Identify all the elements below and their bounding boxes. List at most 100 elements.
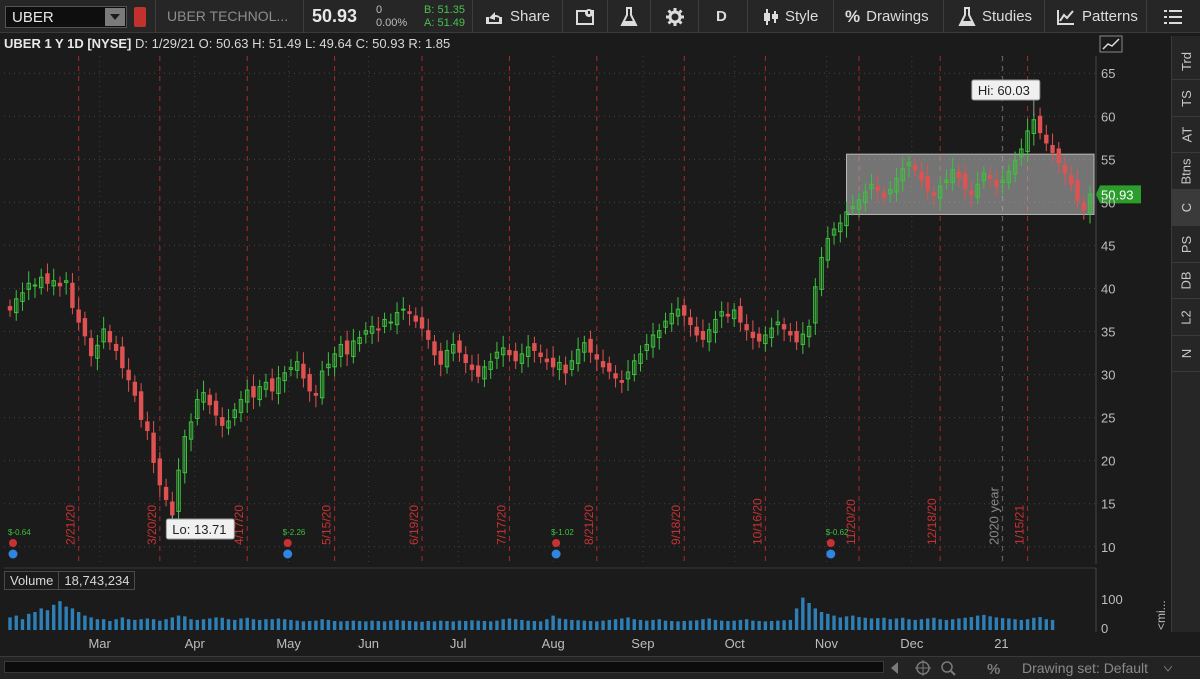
settings-button[interactable] (665, 0, 691, 33)
earnings-icon[interactable] (826, 539, 835, 547)
earnings-icon[interactable] (9, 539, 17, 547)
horizontal-scrollbar[interactable] (4, 661, 884, 673)
sidebar-tab-db[interactable]: DB (1172, 263, 1200, 299)
symbol-input[interactable]: UBER (5, 6, 127, 28)
earnings-label[interactable]: $-1.02 (551, 528, 574, 537)
studies-menu[interactable]: Studies (958, 0, 1032, 33)
volume-bar (794, 608, 799, 630)
volume-bar (351, 620, 356, 630)
beaker-icon (958, 6, 976, 26)
last-price: 50.93 (312, 6, 358, 26)
candle-body (251, 386, 256, 398)
sidebar-tab-at[interactable]: AT (1172, 117, 1200, 153)
sidebar-tab-c[interactable]: C (1172, 190, 1200, 226)
dividend-icon[interactable] (8, 549, 18, 559)
volume-bar (701, 619, 705, 630)
volume-bar (145, 618, 150, 630)
volume-bar (676, 621, 680, 630)
price-tick-label: 35 (1101, 325, 1115, 340)
candle-body (82, 318, 88, 337)
aggregation-button[interactable]: D (716, 0, 727, 33)
scroll-left-icon[interactable] (891, 662, 898, 674)
company-name: UBER TECHNOL... (167, 8, 289, 24)
sidebar-tab-l2[interactable]: L2 (1172, 300, 1200, 336)
volume-bar (620, 618, 624, 630)
volume-bar (682, 621, 686, 630)
link-flag-icon[interactable] (134, 7, 146, 27)
sidebar-tab-trd[interactable]: Trd (1172, 44, 1200, 80)
style-menu[interactable]: Style (763, 0, 818, 33)
price-chart[interactable]: 2/21/20 3/20/20 4/17/20 5/15/20 6/19/20 7/17/… (0, 33, 1170, 656)
volume-label[interactable]: Volume (4, 571, 60, 590)
divider (833, 0, 834, 33)
sidebar-tab-label: PS (1179, 235, 1194, 253)
volume-bar (1044, 619, 1049, 630)
dividend-icon[interactable] (826, 549, 836, 559)
candle-body (157, 458, 163, 486)
aggregation-label: D (716, 8, 727, 25)
chevron-down-icon[interactable] (1164, 663, 1172, 675)
volume-bar (251, 619, 256, 630)
volume-value: 18,743,234 (59, 571, 136, 590)
volume-bar (907, 619, 911, 630)
volume-bar (501, 619, 505, 630)
patterns-menu[interactable]: Patterns (1056, 0, 1138, 33)
date-marker-label: 7/17/20 (494, 505, 508, 545)
volume-bar (270, 619, 274, 630)
time-axis[interactable]: Mar Apr May Jun Jul Aug Sep Oct Nov Dec 21 (88, 636, 1008, 651)
volume-bar (988, 616, 992, 630)
earnings-label[interactable]: $-0.62 (826, 528, 849, 537)
candle-body (126, 369, 131, 381)
sidebar-tab-btns[interactable]: Btns (1172, 154, 1200, 190)
flask-button[interactable] (620, 0, 644, 33)
date-marker-label: 9/18/20 (669, 505, 683, 545)
axis-style-icon[interactable] (1099, 35, 1123, 53)
volume-bar (801, 597, 805, 630)
month-tick-label: Jun (358, 636, 379, 651)
drawing-set-selector[interactable]: Drawing set: Default (1022, 660, 1148, 676)
month-tick-label: Mar (88, 636, 111, 651)
sidebar-tab-n[interactable]: N (1172, 336, 1200, 372)
date-marker-label: 2/21/20 (64, 505, 78, 545)
candle-body (744, 324, 749, 331)
symbol-text[interactable]: UBER (6, 9, 105, 26)
volume-bar (1000, 618, 1005, 630)
volume-bar (264, 619, 268, 630)
volume-bar (76, 612, 81, 630)
snapshot-button[interactable] (576, 0, 602, 33)
volume-bar (595, 621, 599, 630)
volume-bar (950, 619, 955, 630)
change-block: 0 0.00% (376, 4, 407, 30)
bar-range: R: 1.85 (408, 36, 451, 51)
price-tick-label: 65 (1101, 66, 1115, 81)
candle-body (344, 340, 350, 355)
net-change: 0 (376, 4, 383, 16)
dividend-icon[interactable] (551, 549, 561, 559)
dividend-icon[interactable] (283, 549, 293, 559)
volume-bar (345, 621, 349, 630)
volume-bar (757, 621, 761, 630)
volume-bar (320, 619, 324, 630)
zoom-controls[interactable]: % (889, 660, 1019, 677)
candle-body (32, 284, 38, 287)
sidebar-tab-ts[interactable]: TS (1172, 81, 1200, 117)
volume-bar (975, 615, 980, 630)
volume-bar (857, 617, 861, 630)
volume-bar (869, 618, 874, 630)
sidebar-tab-ps[interactable]: PS (1172, 227, 1200, 263)
earnings-icon[interactable] (552, 539, 561, 547)
divider (607, 0, 608, 33)
drawings-menu[interactable]: % Drawings (845, 0, 929, 33)
volume-bar (819, 612, 824, 630)
symbol-dropdown-button[interactable] (105, 8, 125, 26)
zoom-icon[interactable] (941, 661, 953, 673)
earnings-label[interactable]: $-2.26 (283, 528, 306, 537)
menu-button[interactable] (1164, 0, 1188, 33)
price-axis[interactable]: 10 15 20 25 30 35 40 45 50 55 60 65 (1095, 56, 1115, 564)
percent-icon[interactable]: % (987, 661, 1000, 677)
share-button[interactable]: Share (484, 0, 550, 33)
earnings-label[interactable]: $-0.64 (8, 528, 31, 537)
earnings-icon[interactable] (283, 539, 292, 547)
volume-bar (613, 619, 618, 630)
volume-bar (8, 617, 12, 630)
